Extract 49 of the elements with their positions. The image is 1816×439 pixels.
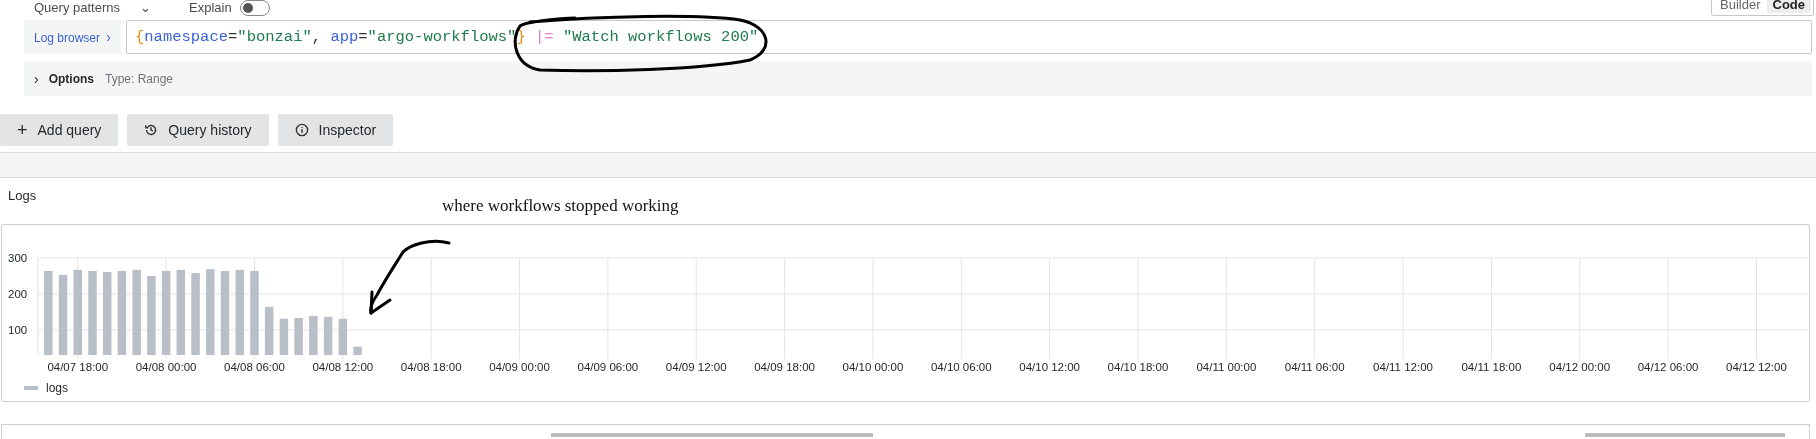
y-tick-label: 200 [8,287,28,300]
bar [309,315,318,355]
annotation-text: where workflows stopped working [442,196,679,216]
x-tick-label: 04/09 12:00 [665,361,727,373]
bar [338,318,348,355]
history-icon [144,123,159,137]
explain-label: Explain [189,0,232,15]
bar [323,316,333,355]
x-tick-label: 04/11 06:00 [1284,361,1345,373]
legend-label[interactable]: logs [46,381,68,395]
query-patterns-dropdown[interactable]: Query patterns ⌄ [34,0,151,15]
chevron-icon[interactable]: › [34,71,39,87]
x-tick-label: 04/12 12:00 [1726,361,1787,373]
mode-tab[interactable]: Code [1766,0,1811,13]
bar [264,306,274,355]
bar [294,318,303,355]
x-tick-label: 04/09 18:00 [754,361,815,373]
panel-title: Logs [8,188,38,203]
legend-swatch [24,386,38,390]
options-toggle[interactable]: Options [48,72,94,86]
bar [279,318,289,355]
mode-tab[interactable]: Builder [1714,0,1767,13]
x-tick-label: 04/08 00:00 [135,361,197,373]
x-tick-label: 04/07 18:00 [47,361,109,373]
x-tick-label: 04/10 06:00 [930,361,992,373]
x-tick-label: 04/12 06:00 [1637,361,1699,373]
x-tick-label: 04/10 00:00 [842,361,904,373]
x-tick-label: 04/11 00:00 [1196,361,1257,373]
query-history-button[interactable]: Query history [127,114,269,146]
query-field[interactable]: {namespace="bonzai", app="argo-workflows"} |= "Watch workflows 200" [126,20,1812,54]
explain-toggle[interactable] [239,0,270,16]
x-tick-label: 04/11 12:00 [1373,361,1433,373]
log-browser-button[interactable]: Log browser › [24,20,121,54]
x-tick-label: 04/08 12:00 [312,361,374,373]
x-tick-label: 04/11 18:00 [1461,361,1522,373]
x-tick-label: 04/09 00:00 [489,361,550,373]
x-tick-label: 04/08 18:00 [400,361,462,373]
x-tick-label: 04/08 06:00 [224,361,285,373]
y-tick-label: 300 [8,252,28,264]
x-tick-label: 04/10 18:00 [1107,361,1169,373]
bar [353,346,362,355]
y-tick-label: 100 [8,323,28,336]
x-tick-label: 04/10 12:00 [1019,361,1080,373]
x-tick-label: 04/09 06:00 [577,361,639,373]
info-icon [294,123,309,137]
x-tick-label: 04/12 00:00 [1549,361,1611,373]
query-type-label: Type: Range [105,72,174,86]
add-query-button[interactable]: + Add query [0,114,119,146]
inspector-button[interactable]: Inspector [277,114,394,146]
